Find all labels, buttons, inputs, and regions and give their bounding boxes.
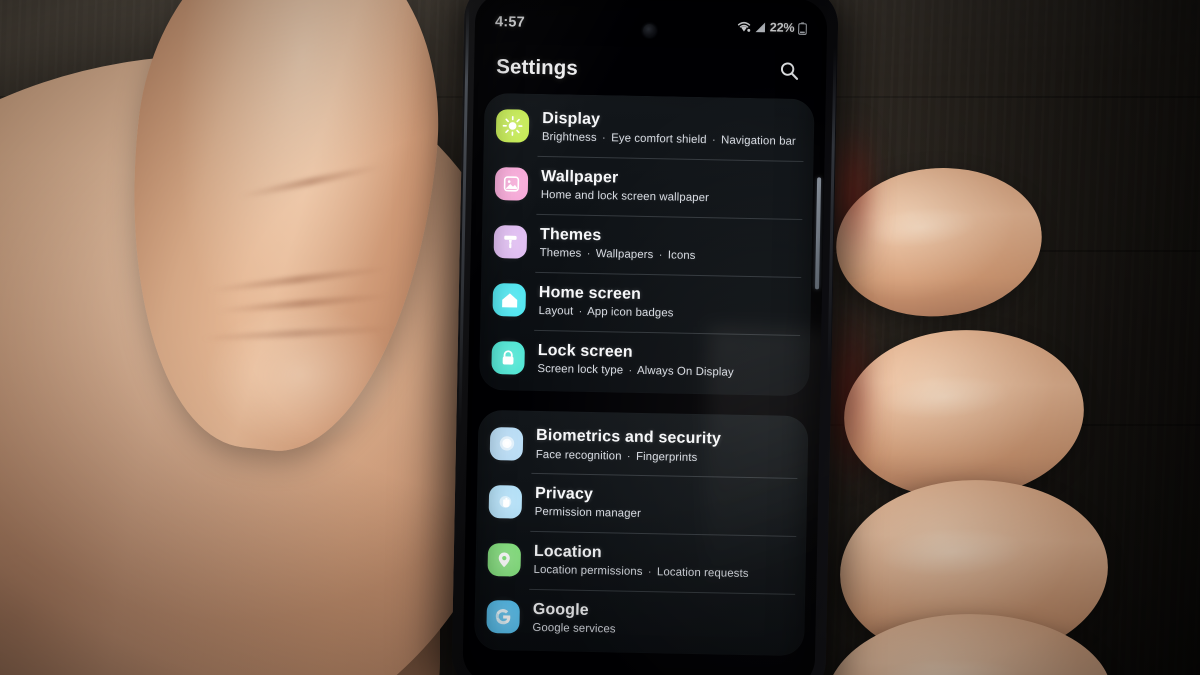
subtitle-part: Eye comfort shield: [611, 132, 707, 147]
list-item-display[interactable]: Display Brightness · Eye comfort shield …: [484, 97, 815, 161]
subtitle-part: Navigation bar: [720, 134, 797, 149]
subtitle-separator: ·: [601, 132, 606, 145]
list-item-title: Display: [542, 109, 601, 129]
subtitle-separator: ·: [711, 134, 716, 147]
wifi-icon: [737, 21, 751, 33]
subtitle-part: Location requests: [656, 566, 749, 581]
subtitle-part: Google services: [532, 622, 616, 636]
list-item-subtitle: Location permissions · Location requests: [533, 564, 748, 582]
app-bar: Settings: [474, 43, 827, 98]
image-picture-icon: [494, 167, 529, 202]
list-item-subtitle: Layout · App icon badges: [538, 305, 673, 321]
list-item-themes[interactable]: Themes Themes · Wallpapers · Icons: [481, 213, 812, 277]
search-button[interactable]: [774, 57, 805, 88]
list-item-title: Location: [533, 543, 602, 562]
list-item-google[interactable]: Google Google services: [474, 588, 805, 652]
status-bar: 4:57 22%: [475, 9, 827, 42]
subtitle-separator: ·: [586, 247, 591, 260]
battery-percent-label: 22%: [769, 20, 795, 35]
location-pin-icon: [487, 542, 522, 577]
list-item-text: Wallpaper Home and lock screen wallpaper: [541, 167, 710, 206]
settings-list[interactable]: Display Brightness · Eye comfort shield …: [462, 92, 825, 675]
status-icons: 22%: [737, 20, 807, 35]
list-item-text: Google Google services: [532, 600, 616, 637]
list-item-title: Google: [532, 600, 589, 619]
settings-card-personalization: Display Brightness · Eye comfort shield …: [479, 92, 815, 397]
list-item-biometrics-and-security[interactable]: Biometrics and security Face recognition…: [477, 414, 808, 478]
fingerprint-shield-icon: [489, 426, 524, 461]
list-item-subtitle: Face recognition · Fingerprints: [536, 448, 721, 465]
smartphone: 4:57 22% Settings Display Brightness · E…: [451, 0, 839, 675]
list-item-title: Lock screen: [537, 341, 633, 361]
phone-screen[interactable]: 4:57 22% Settings Display Brightness · E…: [462, 0, 828, 675]
list-item-privacy[interactable]: Privacy Permission manager: [476, 472, 807, 536]
list-item-text: Location Location permissions · Location…: [533, 542, 749, 582]
subtitle-separator: ·: [647, 566, 652, 579]
list-item-subtitle: Home and lock screen wallpaper: [541, 189, 709, 206]
home-icon: [492, 283, 527, 317]
list-item-wallpaper[interactable]: Wallpaper Home and lock screen wallpaper: [482, 155, 813, 219]
list-item-text: Themes Themes · Wallpapers · Icons: [540, 225, 697, 264]
list-item-title: Themes: [539, 225, 602, 244]
index-finger: [828, 157, 1050, 327]
list-item-home-screen[interactable]: Home screen Layout · App icon badges: [480, 270, 811, 334]
list-item-subtitle: Google services: [532, 622, 615, 637]
list-item-title: Privacy: [534, 485, 594, 504]
list-item-subtitle: Screen lock type · Always On Display: [537, 362, 734, 380]
subtitle-part: Layout: [538, 304, 574, 318]
list-item-subtitle: Brightness · Eye comfort shield · Naviga…: [542, 131, 796, 150]
list-item-text: Lock screen Screen lock type · Always On…: [537, 340, 734, 380]
subtitle-part: Icons: [667, 249, 696, 262]
list-item-text: Biometrics and security Face recognition…: [536, 426, 722, 465]
paint-roller-icon: [493, 225, 528, 259]
subtitle-part: Brightness: [541, 131, 597, 145]
page-title: Settings: [496, 55, 579, 80]
list-item-location[interactable]: Location Location permissions · Location…: [475, 530, 806, 594]
cellular-signal-icon: [754, 21, 766, 33]
list-item-text: Home screen Layout · App icon badges: [538, 283, 674, 321]
subtitle-separator: ·: [658, 249, 663, 262]
subtitle-separator: ·: [626, 450, 631, 463]
subtitle-part: Themes: [539, 246, 582, 260]
battery-icon: [798, 21, 807, 35]
subtitle-separator: ·: [578, 305, 583, 318]
subtitle-part: Home and lock screen wallpaper: [540, 189, 710, 205]
lock-icon: [491, 340, 525, 375]
subtitle-part: Permission manager: [534, 506, 642, 521]
list-item-title: Biometrics and security: [535, 427, 722, 448]
settings-card-security-privacy: Biometrics and security Face recognition…: [474, 410, 809, 656]
subtitle-part: Always On Display: [636, 364, 734, 379]
photo-scene: 4:57 22% Settings Display Brightness · E…: [0, 0, 1200, 675]
subtitle-part: Face recognition: [535, 448, 622, 463]
list-item-subtitle: Themes · Wallpapers · Icons: [540, 247, 696, 264]
list-item-subtitle: Permission manager: [534, 506, 642, 522]
brightness-sun-icon: [495, 109, 530, 144]
list-item-text: Privacy Permission manager: [535, 484, 642, 522]
status-clock: 4:57: [494, 14, 526, 31]
list-item-title: Wallpaper: [540, 167, 619, 187]
list-item-text: Display Brightness · Eye comfort shield …: [542, 109, 797, 150]
subtitle-part: Wallpapers: [595, 247, 654, 262]
list-item-title: Home screen: [538, 283, 642, 303]
subtitle-part: Screen lock type: [537, 362, 624, 377]
subtitle-part: Fingerprints: [635, 450, 698, 464]
thumb-highlight: [200, 300, 400, 450]
list-item-lock-screen[interactable]: Lock screen Screen lock type · Always On…: [479, 328, 810, 392]
subtitle-separator: ·: [628, 364, 633, 377]
subtitle-part: App icon badges: [587, 305, 674, 320]
google-icon: [486, 600, 520, 635]
search-icon: [779, 60, 799, 85]
privacy-hand-icon: [488, 484, 523, 519]
middle-finger: [838, 321, 1090, 507]
subtitle-part: Location permissions: [533, 564, 643, 579]
